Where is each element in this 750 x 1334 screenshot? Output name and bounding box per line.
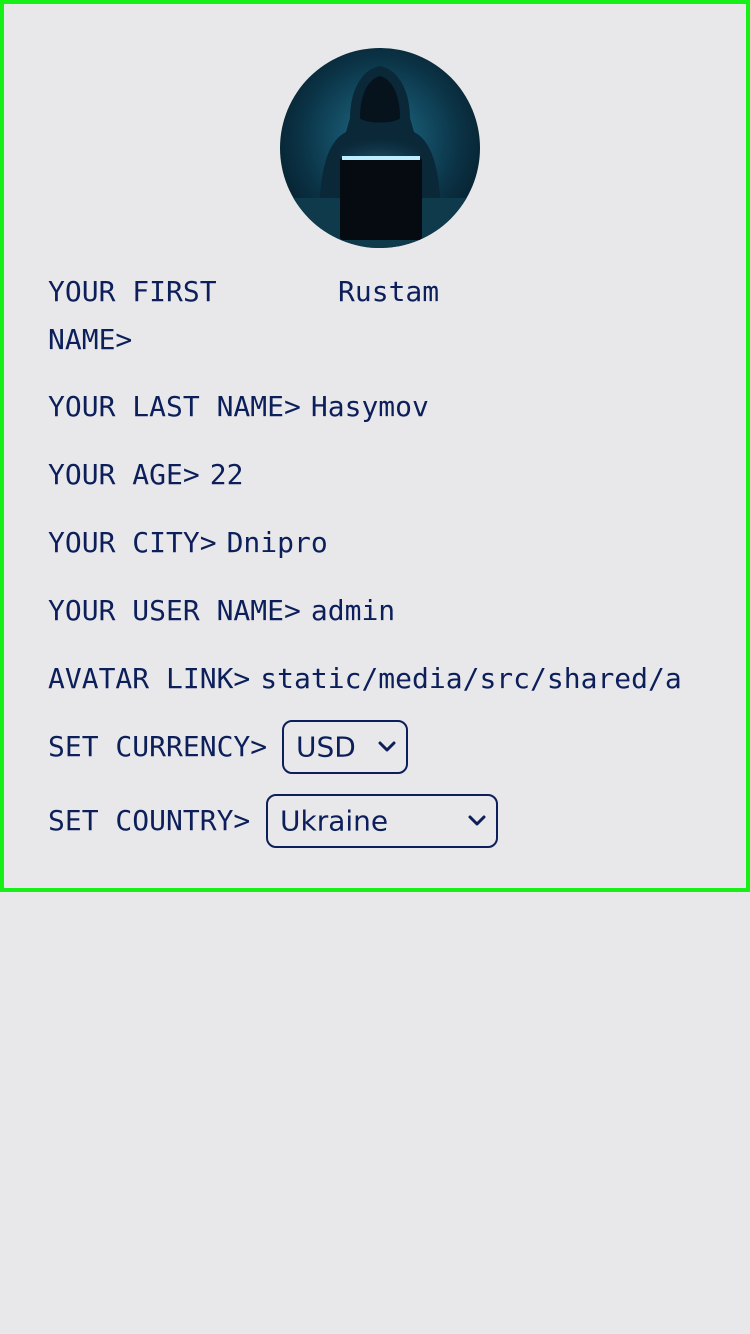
country-label: SET COUNTRY> bbox=[48, 804, 251, 837]
avatar-link-label: AVATAR LINK> bbox=[48, 662, 251, 695]
last-name-row: YOUR LAST NAME> Hasymov bbox=[48, 390, 429, 423]
username-value: admin bbox=[310, 594, 396, 627]
first-name-label: YOUR FIRST NAME> bbox=[48, 275, 217, 356]
currency-select-value: USD bbox=[296, 730, 356, 764]
hooded-hacker-avatar-icon bbox=[280, 48, 480, 248]
avatar bbox=[280, 48, 480, 248]
avatar-link-value: static/media/src/shared/a bbox=[260, 662, 682, 695]
city-row: YOUR CITY> Dnipro bbox=[48, 526, 328, 559]
first-name-value: Rustam bbox=[338, 275, 440, 308]
avatar-link-row: AVATAR LINK> static/media/src/shared/a bbox=[48, 662, 682, 695]
currency-label: SET CURRENCY> bbox=[48, 730, 268, 763]
city-label: YOUR CITY> bbox=[48, 526, 217, 559]
age-row: YOUR AGE> 22 bbox=[48, 458, 243, 491]
last-name-label: YOUR LAST NAME> bbox=[48, 390, 301, 423]
username-label: YOUR USER NAME> bbox=[48, 594, 301, 627]
city-value: Dnipro bbox=[226, 526, 328, 559]
country-select[interactable]: Ukraine bbox=[266, 794, 498, 848]
chevron-down-icon bbox=[378, 741, 396, 752]
last-name-value: Hasymov bbox=[310, 390, 429, 423]
profile-card: YOUR FIRST NAME> Rustam YOUR LAST NAME> Ha… bbox=[0, 0, 750, 892]
age-label: YOUR AGE> bbox=[48, 458, 200, 491]
first-name-row: YOUR FIRST NAME> Rustam bbox=[48, 268, 439, 364]
country-select-value: Ukraine bbox=[280, 804, 389, 838]
chevron-down-icon bbox=[468, 815, 486, 826]
currency-row: SET CURRENCY> bbox=[48, 730, 267, 763]
age-value: 22 bbox=[209, 458, 244, 491]
currency-select[interactable]: USD bbox=[282, 720, 408, 774]
country-row: SET COUNTRY> bbox=[48, 804, 250, 837]
username-row: YOUR USER NAME> admin bbox=[48, 594, 395, 627]
